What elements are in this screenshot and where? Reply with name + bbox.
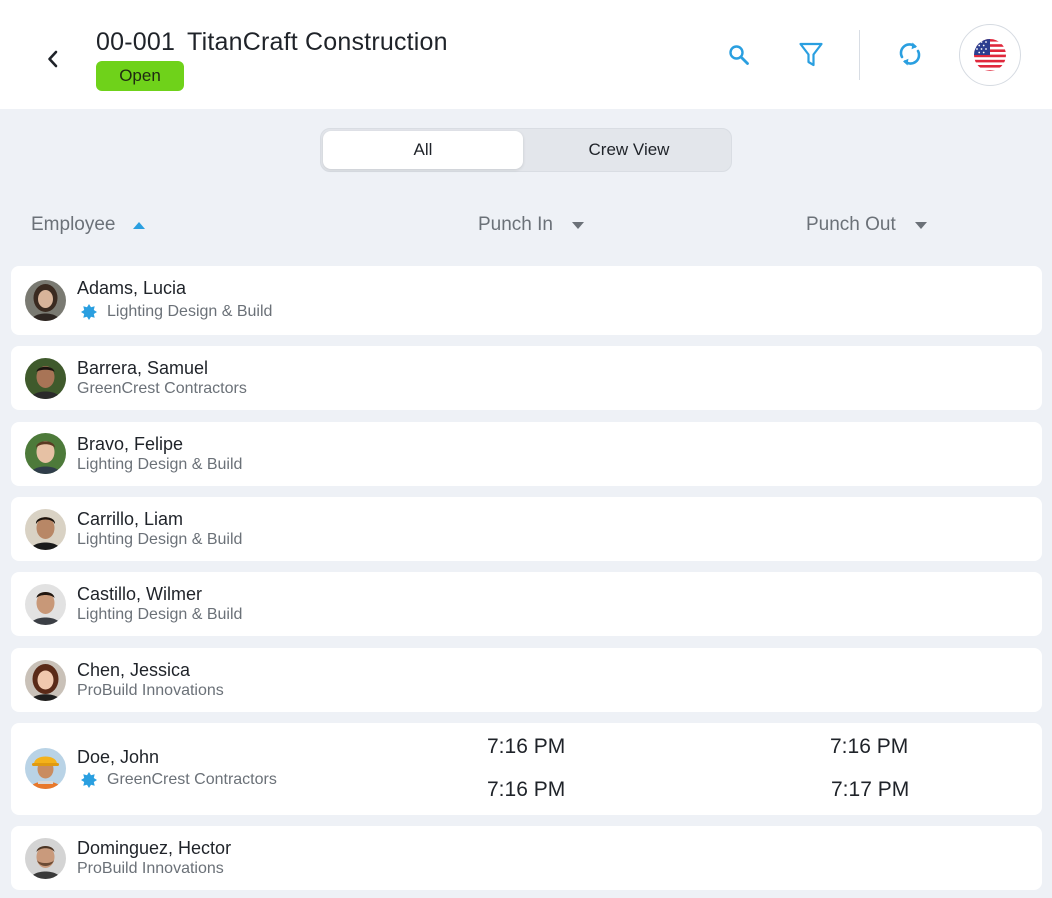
avatar (25, 748, 66, 789)
punch-out-time[interactable]: 7:16 PM (830, 735, 908, 759)
punch-in-time[interactable]: 7:16 PM (487, 735, 565, 759)
column-label-punch-out: Punch Out (806, 214, 896, 235)
refresh-button[interactable] (892, 36, 928, 72)
employee-name: Barrera, Samuel (77, 358, 209, 378)
punch-in-time[interactable]: 7:16 PM (487, 778, 565, 802)
avatar (25, 358, 66, 399)
back-button[interactable] (38, 44, 68, 74)
employee-company: Lighting Design & Build (107, 303, 273, 320)
column-label-employee: Employee (31, 214, 116, 235)
employee-name: Chen, Jessica (77, 660, 191, 680)
filter-icon (799, 42, 823, 67)
employee-company: ProBuild Innovations (77, 682, 224, 699)
employee-row[interactable]: Barrera, Samuel GreenCrest Contractors (11, 346, 1042, 410)
us-flag-icon (974, 39, 1006, 71)
employee-company: Lighting Design & Build (77, 456, 243, 473)
employee-company: Lighting Design & Build (77, 531, 243, 548)
chevron-left-icon (48, 50, 58, 68)
employee-row[interactable]: Castillo, Wilmer Lighting Design & Build (11, 572, 1042, 636)
column-header-employee[interactable]: Employee (31, 212, 146, 238)
avatar (25, 584, 66, 625)
employee-row[interactable]: Doe, John GreenCrest Contractors 7:16 PM… (11, 723, 1042, 815)
header-divider (859, 30, 860, 80)
column-label-punch-in: Punch In (478, 214, 553, 235)
avatar (25, 433, 66, 474)
employee-row[interactable]: Dominguez, Hector ProBuild Innovations (11, 826, 1042, 890)
punch-out-time[interactable]: 7:17 PM (831, 778, 909, 802)
refresh-icon (899, 42, 921, 66)
employee-name: Bravo, Felipe (77, 434, 184, 454)
crew-lead-badge-icon (81, 772, 97, 788)
filter-button[interactable] (794, 38, 828, 72)
view-option-all[interactable]: All (323, 131, 523, 169)
job-name: TitanCraft Construction (187, 28, 448, 56)
language-button[interactable] (959, 24, 1021, 86)
job-code: 00-001 (96, 28, 176, 56)
crew-lead-badge-icon (81, 304, 97, 320)
view-option-crew[interactable]: Crew View (527, 131, 731, 169)
employee-name: Adams, Lucia (77, 278, 187, 298)
employee-row[interactable]: Chen, Jessica ProBuild Innovations (11, 648, 1042, 712)
search-button[interactable] (722, 38, 756, 72)
column-header-punch-out[interactable]: Punch Out (806, 212, 928, 238)
page-title: 00-001 TitanCraft Construction (96, 28, 448, 57)
employee-company: GreenCrest Contractors (77, 380, 247, 397)
view-toggle: All Crew View (320, 128, 732, 172)
avatar (25, 280, 66, 321)
avatar (25, 509, 66, 550)
sort-desc-icon (914, 221, 927, 229)
column-header-punch-in[interactable]: Punch In (478, 212, 585, 238)
employee-company: GreenCrest Contractors (107, 771, 277, 788)
employee-name: Doe, John (77, 747, 160, 767)
avatar (25, 838, 66, 879)
employee-company: Lighting Design & Build (77, 606, 243, 623)
avatar (25, 660, 66, 701)
employee-name: Castillo, Wilmer (77, 584, 203, 604)
employee-name: Carrillo, Liam (77, 509, 184, 529)
sort-desc-icon (572, 221, 584, 229)
employee-row[interactable]: Carrillo, Liam Lighting Design & Build (11, 497, 1042, 561)
employee-company: ProBuild Innovations (77, 860, 224, 877)
employee-name: Dominguez, Hector (77, 838, 232, 858)
sort-asc-icon (132, 221, 145, 229)
search-icon (729, 45, 749, 65)
employee-row[interactable]: Adams, Lucia Lighting Design & Build (11, 266, 1042, 335)
employee-row[interactable]: Bravo, Felipe Lighting Design & Build (11, 422, 1042, 486)
app-header: 00-001 TitanCraft Construction Open (0, 0, 1052, 109)
status-badge: Open (96, 61, 184, 91)
